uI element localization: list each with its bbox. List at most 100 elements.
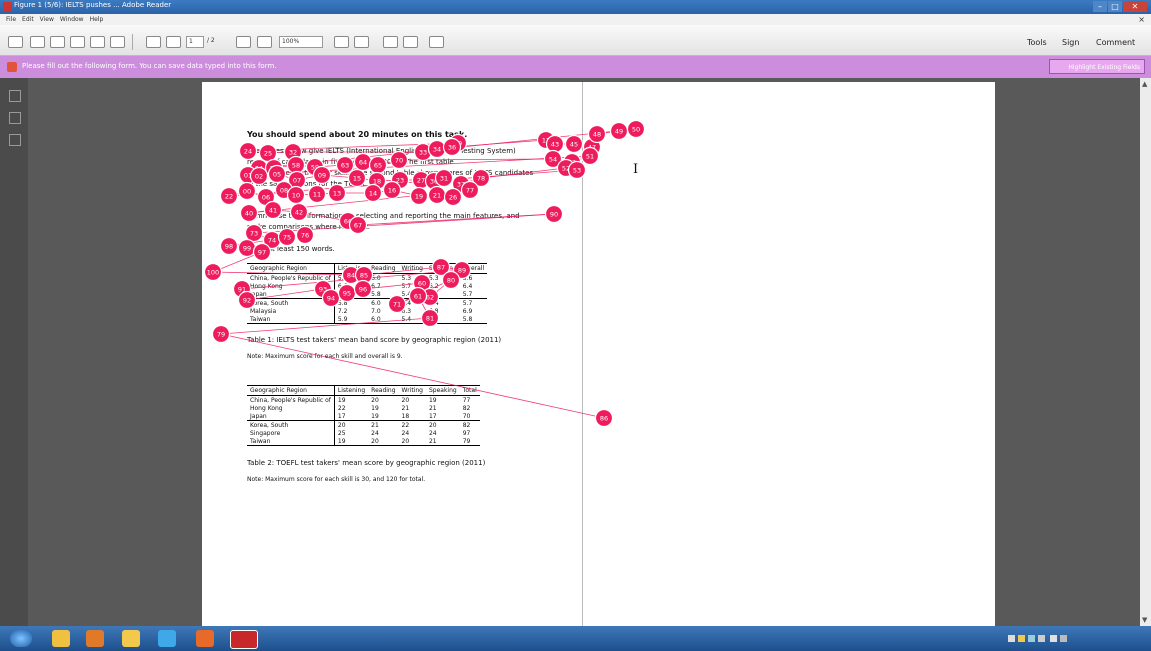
table-cell: Taiwan [247, 437, 335, 446]
column-header: Listening [334, 263, 369, 274]
save-icon[interactable] [50, 36, 65, 48]
table-cell: 19 [337, 396, 346, 404]
table-cell: 6.0 [371, 274, 381, 282]
browser-taskbar-icon[interactable] [158, 630, 176, 647]
zoom-out-icon[interactable] [236, 36, 251, 48]
task-heading: You should spend about 20 minutes on thi… [247, 130, 468, 139]
toolbar-separator [132, 34, 133, 50]
form-notification-bar: Please fill out the following form. You … [0, 56, 1151, 78]
print-icon[interactable] [70, 36, 85, 48]
table-cell: 5.8 [337, 274, 348, 282]
table-cell: 19 [371, 412, 379, 420]
table-cell: 6.6 [337, 282, 348, 290]
menu-help[interactable]: Help [90, 14, 104, 25]
attach-icon[interactable] [110, 36, 125, 48]
page-total: / 2 [207, 37, 215, 44]
zoom-in-icon[interactable] [257, 36, 272, 48]
table-cell: Korea, South [247, 298, 335, 307]
email-icon[interactable] [90, 36, 105, 48]
table-cell: 6.8 [428, 307, 439, 315]
fill-sign-icon[interactable] [429, 36, 444, 48]
table-row: Japan 5.8 5.8 5.4 5.5 5.7 [247, 290, 487, 299]
table-cell: 20 [368, 437, 399, 446]
table-cell: 6.0 [368, 315, 399, 324]
app-taskbar-icon[interactable] [196, 630, 214, 647]
comment-icon[interactable] [383, 36, 398, 48]
fit-page-icon[interactable] [334, 36, 349, 48]
table-cell: 25 [337, 429, 346, 437]
page-number-input[interactable]: 1 [186, 36, 204, 48]
create-icon[interactable] [8, 36, 23, 48]
open-icon[interactable] [30, 36, 45, 48]
table-cell: 5.4 [398, 315, 426, 324]
table-cell: 21 [425, 437, 460, 446]
volume-icon[interactable] [1038, 635, 1045, 642]
table-cell: 17 [337, 412, 346, 420]
table-cell: 18 [401, 412, 410, 420]
comment-tab[interactable]: Comment [1096, 38, 1135, 47]
maximize-button[interactable]: □ [1108, 1, 1122, 12]
highlight-icon[interactable] [403, 36, 418, 48]
table-row: Korea, South 5.8 6.0 5.4 5.4 5.7 [247, 298, 488, 307]
fit-width-icon[interactable] [354, 36, 369, 48]
menu-file[interactable]: File [6, 14, 16, 25]
next-page-icon[interactable] [166, 36, 181, 48]
bookmarks-icon[interactable] [9, 112, 21, 124]
scroll-up-icon[interactable]: ▲ [1142, 80, 1147, 88]
scroll-down-icon[interactable]: ▼ [1142, 616, 1147, 624]
previous-page-icon[interactable] [146, 36, 161, 48]
sign-tab[interactable]: Sign [1062, 38, 1079, 47]
minimize-button[interactable]: – [1093, 1, 1107, 12]
table-row: Taiwan 19 20 20 21 79 [247, 437, 480, 446]
folder-taskbar-icon[interactable] [122, 630, 140, 647]
table-cell: 5.8 [371, 290, 381, 298]
close-button[interactable]: ✕ [1123, 1, 1147, 12]
toefl-table: Geographic Region Listening Reading Writ… [247, 385, 480, 446]
menu-bar: File Edit View Window Help × [0, 14, 1151, 25]
start-button[interactable] [10, 630, 32, 647]
vertical-scrollbar[interactable]: ▲ ▼ [1140, 78, 1151, 626]
column-header: Geographic Region [247, 385, 335, 396]
tray-icon[interactable] [1008, 635, 1015, 642]
table-cell: 97 [462, 429, 471, 437]
table-cell: Hong Kong [247, 404, 335, 412]
menu-view[interactable]: View [40, 14, 54, 25]
tools-tab[interactable]: Tools [1027, 38, 1047, 47]
tray-icon[interactable] [1050, 635, 1057, 642]
table-cell: 19 [334, 437, 369, 446]
tray-icon[interactable] [1060, 635, 1067, 642]
table-cell: 5.8 [337, 290, 348, 298]
menu-edit[interactable]: Edit [22, 14, 34, 25]
table-cell: 82 [462, 404, 471, 412]
media-player-taskbar-icon[interactable] [86, 630, 104, 647]
highlight-fields-button[interactable]: Highlight Existing Fields [1049, 59, 1145, 74]
column-header: Overall [459, 263, 488, 274]
table-cell: 77 [462, 396, 471, 404]
table-cell: 20 [334, 420, 369, 429]
tray-icon[interactable] [1018, 635, 1025, 642]
column-header: Total [459, 385, 480, 396]
network-icon[interactable] [1028, 635, 1035, 642]
attachments-icon[interactable] [9, 134, 21, 146]
table-cell: 6.7 [371, 282, 381, 290]
table-header-row: Geographic Region Listening Reading Writ… [247, 263, 488, 274]
table-row: Hong Kong 22 19 21 21 82 [247, 404, 480, 412]
table-cell: 5.7 [459, 298, 488, 307]
adobe-reader-taskbar-icon[interactable] [230, 630, 258, 649]
explorer-taskbar-icon[interactable] [52, 630, 70, 647]
table-cell: Malaysia [247, 307, 335, 315]
column-header: Speaking [425, 263, 460, 274]
table1-caption: Table 1: IELTS test takers' mean band sc… [247, 336, 502, 344]
page-thumbnails-icon[interactable] [9, 90, 21, 102]
paragraph-line: shows scores in the four skills, the sec… [247, 169, 534, 177]
menu-window[interactable]: Window [60, 14, 84, 25]
table-row: Taiwan 5.9 6.0 5.4 5.8 5.8 [247, 315, 488, 324]
table-cell: 5.9 [334, 315, 369, 324]
column-header: Writing [398, 263, 426, 274]
close-document-icon[interactable]: × [1138, 14, 1145, 25]
table1-note: Note: Maximum score for each skill and o… [247, 353, 403, 360]
text-cursor-icon: I [633, 162, 639, 177]
zoom-select[interactable]: 100% [279, 36, 323, 48]
table-cell: 21 [428, 404, 437, 412]
column-header: Listening [334, 385, 369, 396]
